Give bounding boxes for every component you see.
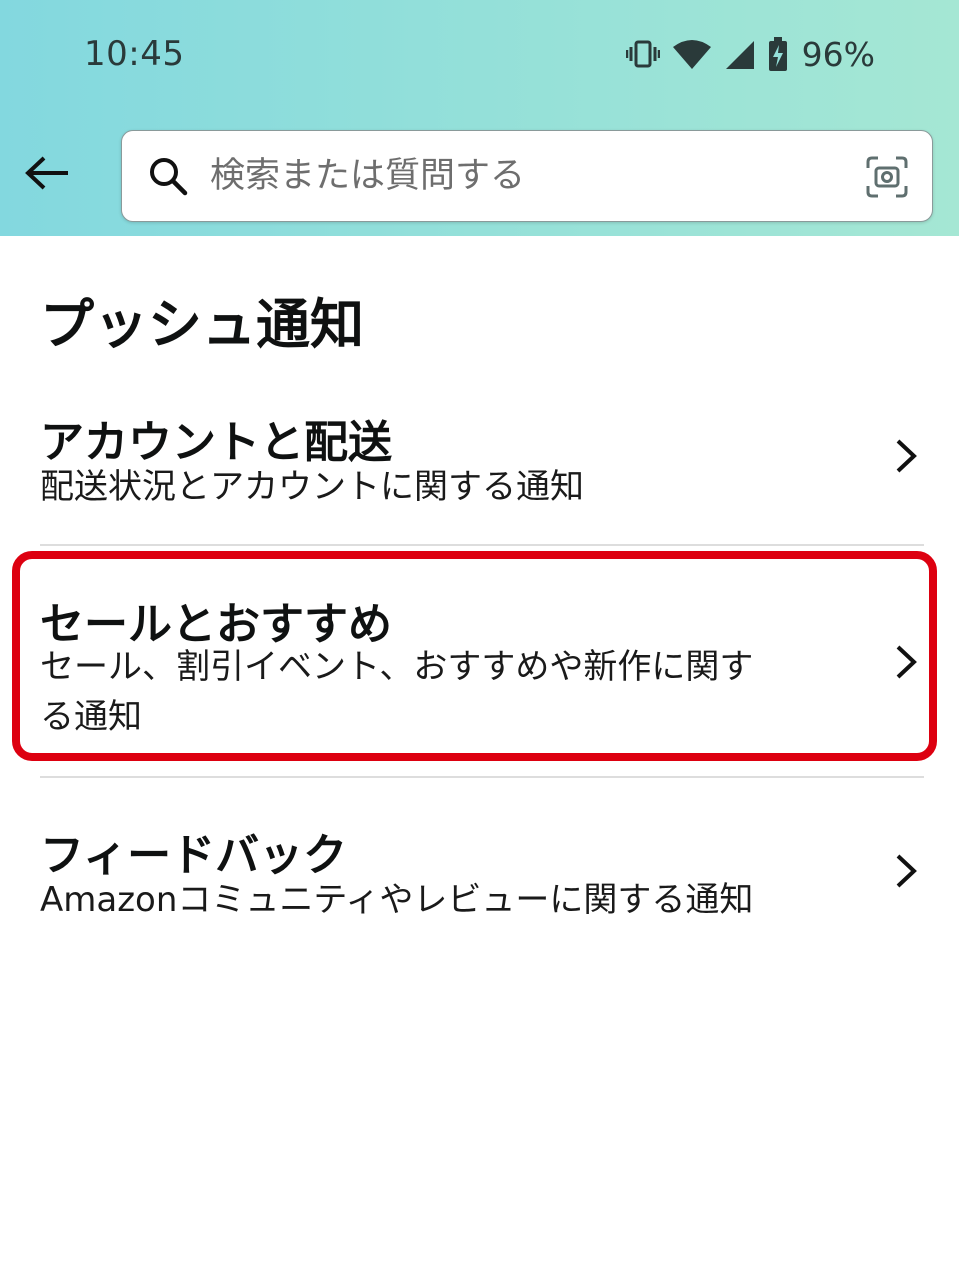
status-icons: 96% (625, 34, 875, 74)
divider (40, 544, 924, 546)
page-title: プッシュ通知 (40, 293, 364, 356)
divider (40, 776, 924, 778)
arrow-left-icon (25, 156, 68, 190)
chevron-right-icon (896, 439, 917, 473)
back-button[interactable] (22, 148, 72, 198)
list-item-description: Amazonコミュニティやレビューに関する通知 (40, 880, 754, 920)
highlight-annotation (12, 551, 937, 761)
wifi-icon (672, 40, 711, 69)
app-header: 10:45 96% (0, 0, 959, 236)
list-item-description: 配送状況とアカウントに関する通知 (40, 467, 584, 507)
battery-charging-icon (768, 37, 787, 71)
search-icon (150, 158, 188, 196)
cell-signal-icon (725, 41, 754, 69)
battery-percent: 96% (801, 34, 875, 74)
search-input[interactable] (210, 153, 850, 199)
list-item-account-delivery[interactable]: アカウントと配送 配送状況とアカウントに関する通知 (0, 390, 959, 540)
list-item-title: アカウントと配送 (40, 417, 392, 468)
search-bar[interactable] (121, 130, 933, 222)
camera-scan-icon[interactable] (866, 156, 908, 198)
list-item-feedback[interactable]: フィードバック Amazonコミュニティやレビューに関する通知 (0, 805, 959, 945)
status-time: 10:45 (84, 34, 185, 74)
list-item-title: フィードバック (40, 830, 348, 881)
chevron-right-icon (896, 854, 917, 888)
vibrate-icon (625, 40, 660, 68)
